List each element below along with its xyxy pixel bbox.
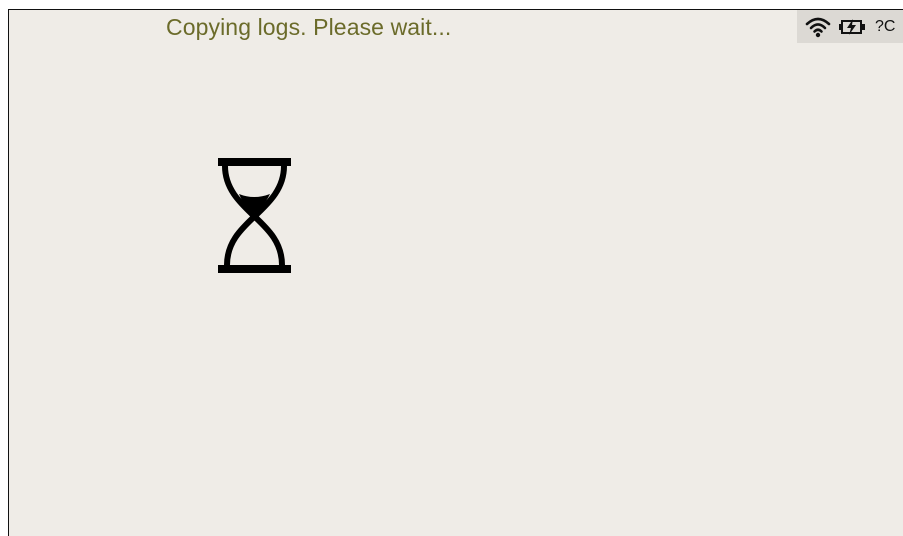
device-screen: Copying logs. Please wait... ?C bbox=[8, 9, 903, 536]
status-text: ?C bbox=[875, 17, 896, 35]
status-message: Copying logs. Please wait... bbox=[166, 14, 452, 40]
status-bar: ?C bbox=[797, 10, 903, 43]
hourglass-icon bbox=[218, 158, 291, 273]
wifi-icon bbox=[805, 17, 831, 37]
battery-charging-icon bbox=[839, 18, 865, 35]
